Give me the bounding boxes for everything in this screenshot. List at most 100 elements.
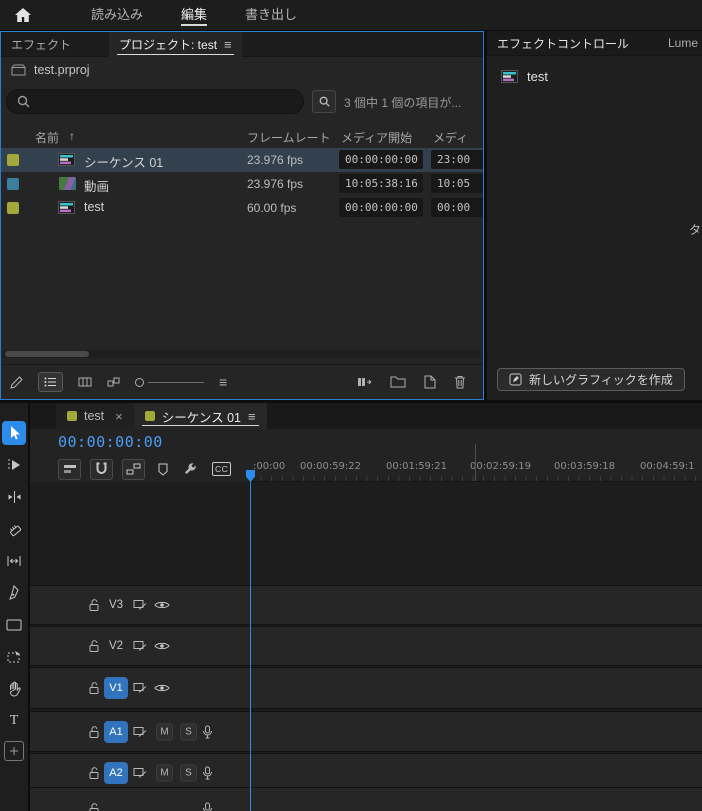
menu-item-import[interactable]: 読み込み: [76, 0, 158, 30]
pen-tool[interactable]: [2, 581, 26, 605]
track-target-badge[interactable]: A1: [104, 720, 128, 743]
label-color-chip[interactable]: [7, 178, 19, 190]
sync-lock-icon[interactable]: [133, 641, 147, 652]
hand-tool[interactable]: [2, 677, 26, 701]
track-lock-icon[interactable]: [88, 640, 101, 653]
item-media-end[interactable]: 10:05: [431, 174, 483, 193]
list-view-button[interactable]: [38, 372, 63, 392]
item-name[interactable]: 動画: [84, 176, 109, 195]
menu-item-export[interactable]: 書き出し: [230, 0, 312, 30]
video-track-v1[interactable]: V1: [30, 667, 702, 709]
track-lock-icon[interactable]: [88, 767, 101, 780]
column-framerate[interactable]: フレームレート: [247, 129, 331, 146]
transform-tool[interactable]: [2, 645, 26, 669]
item-media-end[interactable]: 23:00: [431, 150, 483, 169]
tab-effect-controls[interactable]: エフェクトコントロール: [487, 35, 629, 52]
scrollbar-thumb[interactable]: [5, 351, 89, 357]
track-lock-icon[interactable]: [88, 725, 101, 738]
video-track-v2[interactable]: V2: [30, 626, 702, 666]
selection-tool[interactable]: [2, 421, 26, 445]
track-lock-icon[interactable]: [88, 599, 101, 612]
table-row[interactable]: シーケンス 01 23.976 fps 00:00:00:00 23:00: [1, 148, 483, 172]
track-lock-icon[interactable]: [88, 682, 101, 695]
thumbnail-zoom-slider[interactable]: [135, 377, 204, 387]
captions-icon[interactable]: CC: [212, 462, 232, 476]
label-color-chip[interactable]: [7, 202, 19, 214]
track-visibility-eye-icon[interactable]: [154, 641, 170, 651]
toolbox-tool[interactable]: [4, 741, 24, 761]
track-label[interactable]: V2: [109, 640, 123, 652]
mute-button[interactable]: M: [156, 764, 173, 782]
track-select-forward-tool[interactable]: [2, 453, 26, 477]
type-tool[interactable]: T: [2, 709, 26, 733]
track-target-badge[interactable]: A2: [104, 762, 128, 784]
search-input[interactable]: [37, 94, 277, 109]
tab-project[interactable]: プロジェクト: test ≡: [109, 32, 242, 57]
edit-pencil-icon[interactable]: [10, 375, 23, 389]
audio-track-a1[interactable]: A1 M S: [30, 711, 702, 752]
track-lock-icon[interactable]: [88, 803, 101, 811]
automate-to-sequence-icon[interactable]: [357, 376, 372, 388]
tab-sequence-01[interactable]: シーケンス 01 ≡: [133, 403, 267, 429]
search-box[interactable]: [6, 89, 304, 114]
item-name[interactable]: test: [84, 200, 104, 214]
sort-ascending-icon[interactable]: ↑: [69, 129, 75, 143]
add-marker-icon[interactable]: [158, 463, 168, 476]
freeform-view-icon[interactable]: [107, 377, 120, 388]
sync-lock-icon[interactable]: [133, 768, 147, 779]
new-item-icon[interactable]: [424, 375, 436, 389]
sync-lock-icon[interactable]: [133, 726, 147, 737]
column-media-end[interactable]: メディ: [433, 129, 468, 146]
new-bin-icon[interactable]: [390, 376, 406, 388]
track-visibility-eye-icon[interactable]: [154, 600, 170, 610]
label-color-chip[interactable]: [7, 154, 19, 166]
zoom-knob-icon[interactable]: [135, 377, 144, 387]
razor-tool[interactable]: [2, 517, 26, 541]
time-ruler[interactable]: :00:00 00:00:59:22 00:01:59:21 00:02:59:…: [250, 444, 702, 482]
solo-button[interactable]: S: [180, 723, 197, 740]
menu-item-edit[interactable]: 編集: [166, 0, 222, 30]
item-media-start[interactable]: 00:00:00:00: [339, 150, 423, 169]
track-visibility-eye-icon[interactable]: [154, 683, 170, 693]
timeline-settings-wrench-icon[interactable]: [183, 462, 197, 476]
sort-icons-button[interactable]: ≡: [219, 374, 227, 390]
slip-tool[interactable]: [2, 549, 26, 573]
snap-toggle[interactable]: [90, 458, 113, 480]
tab-effects[interactable]: エフェクト: [1, 32, 81, 57]
table-row[interactable]: test 60.00 fps 00:00:00:00 00:00: [1, 196, 483, 220]
playhead-timecode[interactable]: 00:00:00:00: [58, 433, 163, 451]
track-label[interactable]: V3: [109, 599, 123, 611]
panel-menu-icon[interactable]: ≡: [248, 409, 256, 424]
item-name[interactable]: シーケンス 01: [84, 152, 163, 171]
tab-lumetri[interactable]: Lume: [668, 36, 698, 50]
playhead-line[interactable]: [250, 478, 251, 811]
audio-track-a3[interactable]: [30, 787, 702, 811]
voiceover-mic-icon[interactable]: [202, 725, 213, 739]
column-name[interactable]: 名前: [35, 129, 59, 146]
item-media-start[interactable]: 00:00:00:00: [339, 198, 423, 217]
new-graphic-button[interactable]: 新しいグラフィックを作成: [497, 368, 685, 391]
video-track-v3[interactable]: V3: [30, 585, 702, 625]
sync-lock-icon[interactable]: [133, 683, 147, 694]
panel-menu-icon[interactable]: ≡: [224, 37, 232, 52]
voiceover-mic-icon[interactable]: [202, 802, 213, 811]
item-media-end[interactable]: 00:00: [431, 198, 483, 217]
column-media-start[interactable]: メディア開始: [341, 129, 412, 146]
home-button[interactable]: [14, 0, 40, 30]
icon-view-icon[interactable]: [78, 377, 92, 387]
zoom-rail[interactable]: [148, 381, 204, 383]
item-media-start[interactable]: 10:05:38:16: [339, 174, 423, 193]
tab-sequence-test[interactable]: test ×: [56, 403, 134, 429]
voiceover-mic-icon[interactable]: [202, 766, 213, 780]
create-search-bin-button[interactable]: [312, 90, 336, 113]
nest-sequence-toggle[interactable]: [58, 458, 81, 480]
solo-button[interactable]: S: [180, 764, 197, 782]
table-row[interactable]: 動画 23.976 fps 10:05:38:16 10:05: [1, 172, 483, 196]
rectangle-tool[interactable]: [2, 613, 26, 637]
close-tab-icon[interactable]: ×: [115, 409, 123, 424]
linked-selection-toggle[interactable]: [122, 458, 145, 480]
sync-lock-icon[interactable]: [133, 600, 147, 611]
track-target-badge[interactable]: V1: [104, 677, 128, 699]
mute-button[interactable]: M: [156, 723, 173, 740]
ripple-edit-tool[interactable]: [2, 485, 26, 509]
